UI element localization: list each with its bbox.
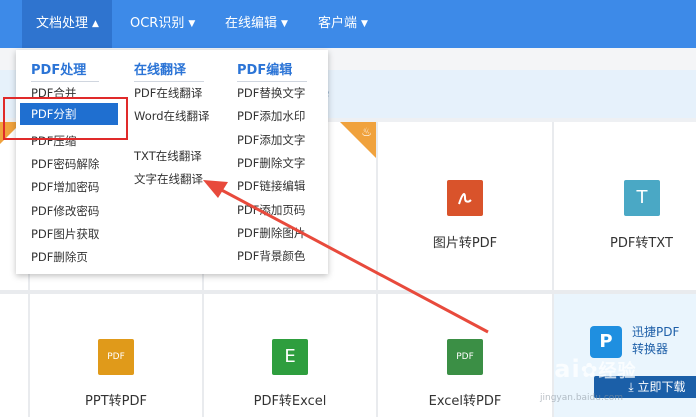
annotation-arrow xyxy=(203,180,489,334)
